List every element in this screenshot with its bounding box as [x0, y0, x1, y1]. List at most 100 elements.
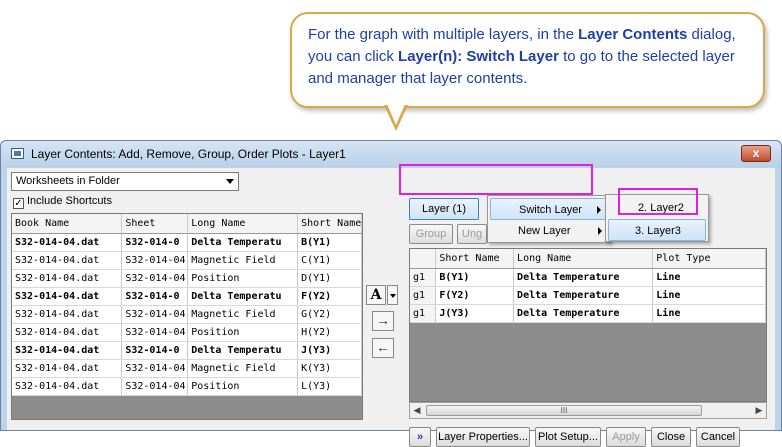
menu-item-layer3[interactable]: 3. Layer3 [608, 219, 706, 241]
table-cell-short: F(Y2) [297, 287, 362, 306]
column-header[interactable]: Long Name [513, 249, 654, 269]
layer-button[interactable]: Layer (1) [409, 198, 479, 220]
table-cell-short: L(Y3) [297, 377, 362, 396]
table-cell-long: Magnetic Field [187, 251, 299, 270]
column-header[interactable]: Short Name [297, 214, 362, 234]
include-shortcuts-checkbox[interactable]: ✓ Include Shortcuts [13, 195, 112, 209]
available-data-grid[interactable]: Book Name Sheet Long Name Short Name S32… [11, 213, 363, 420]
table-cell-book: S32-014-04.dat [12, 287, 123, 306]
table-row[interactable]: g1 F(Y2) Delta Temperature Line [410, 286, 766, 305]
table-cell-short: C(Y1) [297, 251, 362, 270]
group-button[interactable]: Group [409, 224, 453, 244]
table-cell-long: Position [187, 323, 299, 342]
table-row[interactable]: S32-014-04.dat S32-014-0 Delta Temperatu J(… [12, 341, 362, 360]
remove-plot-button[interactable]: ← [372, 338, 394, 358]
column-header[interactable]: Long Name [187, 214, 299, 234]
scroll-thumb[interactable]: III [426, 405, 702, 416]
table-cell-short: K(Y3) [297, 359, 362, 378]
table-cell-book: S32-014-04.dat [12, 233, 123, 252]
column-header[interactable]: Short Name [435, 249, 515, 269]
callout-bubble: For the graph with multiple layers, in t… [290, 12, 765, 108]
switch-layer-highlight [399, 164, 593, 195]
column-header[interactable]: Plot Type [652, 249, 766, 269]
table-row[interactable]: S32-014-04.dat S32-014-04 Position D(Y1) [12, 269, 362, 288]
table-cell-book: S32-014-04.dat [12, 269, 123, 288]
submenu-arrow-icon [598, 227, 602, 235]
table-cell-book: S32-014-04.dat [12, 251, 123, 270]
table-row[interactable]: g1 B(Y1) Delta Temperature Line [410, 268, 766, 287]
title-bar[interactable]: Layer Contents: Add, Remove, Group, Orde… [1, 141, 781, 167]
layer3-highlight [618, 188, 698, 215]
menu-item-label: Switch Layer [519, 204, 582, 216]
table-cell-group: g1 [410, 268, 437, 287]
table-row[interactable]: S32-014-04.dat S32-014-04 Position H(Y2) [12, 323, 362, 342]
font-dropdown-button[interactable] [387, 285, 398, 305]
column-header[interactable] [410, 249, 437, 269]
layer-plots-grid[interactable]: Short Name Long Name Plot Type g1 B(Y1) De… [409, 248, 767, 402]
table-row[interactable]: S32-014-04.dat S32-014-04 Magnetic Field K(… [12, 359, 362, 378]
layer-context-menu: Switch Layer New Layer [487, 195, 611, 243]
layer-plots-table: Short Name Long Name Plot Type g1 B(Y1) De… [410, 249, 766, 323]
menu-item-label: New Layer [518, 225, 571, 237]
horizontal-scrollbar[interactable]: ◀ III ▶ [409, 402, 767, 419]
layer-properties-button[interactable]: Layer Properties... [436, 427, 530, 447]
table-cell-long: Position [187, 269, 299, 288]
table-cell-sheet: S32-014-04 [121, 269, 189, 288]
callout-line-3: and manager that layer contents. [308, 70, 528, 87]
close-button[interactable]: Close [651, 427, 691, 447]
table-cell-short: H(Y2) [297, 323, 362, 342]
table-cell-long: Delta Temperatu [187, 287, 299, 306]
add-plot-button[interactable]: → [372, 311, 394, 331]
source-dropdown[interactable]: Worksheets in Folder [11, 172, 239, 191]
table-row[interactable]: g1 J(Y3) Delta Temperature Line [410, 304, 766, 323]
font-button[interactable]: A [366, 285, 386, 305]
scroll-right-icon[interactable]: ▶ [752, 403, 766, 418]
column-header[interactable]: Book Name [12, 214, 123, 234]
menu-item-switch-layer[interactable]: Switch Layer [490, 198, 608, 220]
table-cell-group: g1 [410, 304, 437, 323]
scroll-left-icon[interactable]: ◀ [410, 403, 424, 418]
source-dropdown-value: Worksheets in Folder [16, 175, 120, 187]
table-cell-type: Line [652, 304, 766, 323]
table-row[interactable]: S32-014-04.dat S32-014-0 Delta Temperatu B(… [12, 233, 362, 252]
expand-button[interactable]: » [409, 427, 431, 447]
table-cell-short: J(Y3) [435, 304, 515, 323]
column-header[interactable]: Sheet [121, 214, 189, 234]
table-cell-long: Position [187, 377, 299, 396]
available-data-table: Book Name Sheet Long Name Short Name S32… [12, 214, 362, 396]
plot-setup-button[interactable]: Plot Setup... [535, 427, 601, 447]
table-cell-book: S32-014-04.dat [12, 341, 123, 360]
table-cell-type: Line [652, 286, 766, 305]
menu-item-new-layer[interactable]: New Layer [490, 220, 608, 242]
table-row[interactable]: S32-014-04.dat S32-014-0 Delta Temperatu F(… [12, 287, 362, 306]
table-cell-short: D(Y1) [297, 269, 362, 288]
table-cell-sheet: S32-014-04 [121, 251, 189, 270]
checkbox-checked-icon: ✓ [13, 198, 24, 209]
callout-line-1: For the graph with multiple layers, in t… [308, 26, 736, 43]
table-row[interactable]: S32-014-04.dat S32-014-04 Position L(Y3) [12, 377, 362, 396]
table-cell-long: Delta Temperatu [187, 341, 299, 360]
table-cell-long: Delta Temperature [513, 268, 654, 287]
submenu-arrow-icon [597, 206, 601, 214]
table-cell-book: S32-014-04.dat [12, 359, 123, 378]
table-cell-short: J(Y3) [297, 341, 362, 360]
table-cell-sheet: S32-014-04 [121, 359, 189, 378]
cancel-button[interactable]: Cancel [696, 427, 740, 447]
table-row[interactable]: S32-014-04.dat S32-014-04 Magnetic Field G(… [12, 305, 362, 324]
table-cell-sheet: S32-014-04 [121, 323, 189, 342]
table-cell-long: Delta Temperatu [187, 233, 299, 252]
table-cell-long: Delta Temperature [513, 286, 654, 305]
ungroup-button[interactable]: Ung [457, 224, 487, 244]
table-header-row: Short Name Long Name Plot Type [410, 249, 766, 269]
table-cell-long: Magnetic Field [187, 359, 299, 378]
table-cell-book: S32-014-04.dat [12, 323, 123, 342]
table-cell-sheet: S32-014-0 [121, 287, 189, 306]
apply-button[interactable]: Apply [606, 427, 646, 447]
close-window-button[interactable]: x [741, 145, 771, 162]
table-header-row: Book Name Sheet Long Name Short Name [12, 214, 362, 234]
table-cell-book: S32-014-04.dat [12, 377, 123, 396]
table-row[interactable]: S32-014-04.dat S32-014-04 Magnetic Field C(… [12, 251, 362, 270]
include-shortcuts-label: Include Shortcuts [27, 195, 112, 207]
window-title: Layer Contents: Add, Remove, Group, Orde… [31, 147, 346, 161]
window-icon [11, 148, 24, 159]
